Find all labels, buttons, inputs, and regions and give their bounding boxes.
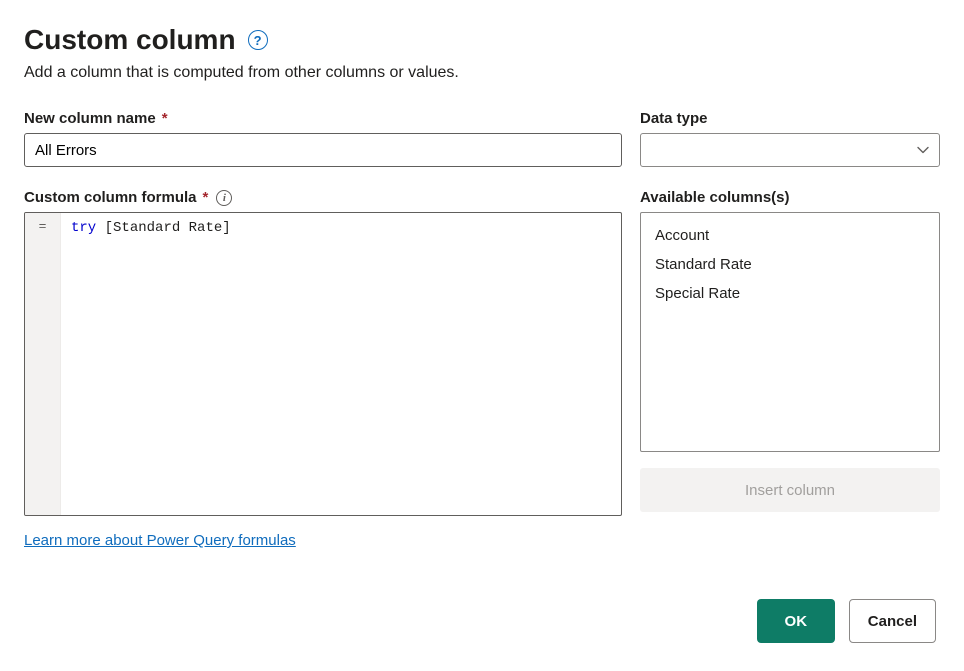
ok-button[interactable]: OK bbox=[757, 599, 835, 643]
label-text: Data type bbox=[640, 110, 708, 127]
custom-formula-label: Custom column formula * i bbox=[24, 189, 622, 206]
label-text: Available columns(s) bbox=[640, 189, 790, 206]
formula-identifier: Standard Rate bbox=[113, 220, 222, 236]
cancel-button[interactable]: Cancel bbox=[849, 599, 936, 643]
dialog-footer: OK Cancel bbox=[757, 599, 936, 643]
info-icon[interactable]: i bbox=[216, 190, 232, 206]
formula-keyword: try bbox=[71, 220, 96, 236]
new-column-name-label: New column name * bbox=[24, 110, 622, 127]
formula-gutter: = bbox=[25, 213, 61, 515]
available-columns-label: Available columns(s) bbox=[640, 189, 940, 206]
dialog-title: Custom column bbox=[24, 24, 236, 56]
list-item[interactable]: Special Rate bbox=[641, 279, 939, 308]
formula-bracket-open: [ bbox=[105, 220, 113, 236]
learn-more-link[interactable]: Learn more about Power Query formulas bbox=[24, 532, 296, 549]
required-marker: * bbox=[203, 189, 209, 206]
list-item[interactable]: Account bbox=[641, 221, 939, 250]
available-columns-list[interactable]: Account Standard Rate Special Rate bbox=[640, 212, 940, 452]
formula-space bbox=[96, 220, 104, 236]
list-item[interactable]: Standard Rate bbox=[641, 250, 939, 279]
gutter-equals: = bbox=[39, 219, 47, 234]
label-text: New column name bbox=[24, 110, 156, 127]
data-type-label: Data type bbox=[640, 110, 940, 127]
label-text: Custom column formula bbox=[24, 189, 197, 206]
data-type-select[interactable] bbox=[640, 133, 940, 167]
new-column-name-input[interactable] bbox=[24, 133, 622, 167]
insert-column-button[interactable]: Insert column bbox=[640, 468, 940, 512]
help-icon[interactable]: ? bbox=[248, 30, 268, 50]
formula-code-area[interactable]: try [Standard Rate] bbox=[61, 213, 621, 515]
required-marker: * bbox=[162, 110, 168, 127]
formula-bracket-close: ] bbox=[222, 220, 230, 236]
dialog-subtitle: Add a column that is computed from other… bbox=[24, 64, 940, 82]
formula-editor[interactable]: = try [Standard Rate] bbox=[24, 212, 622, 516]
